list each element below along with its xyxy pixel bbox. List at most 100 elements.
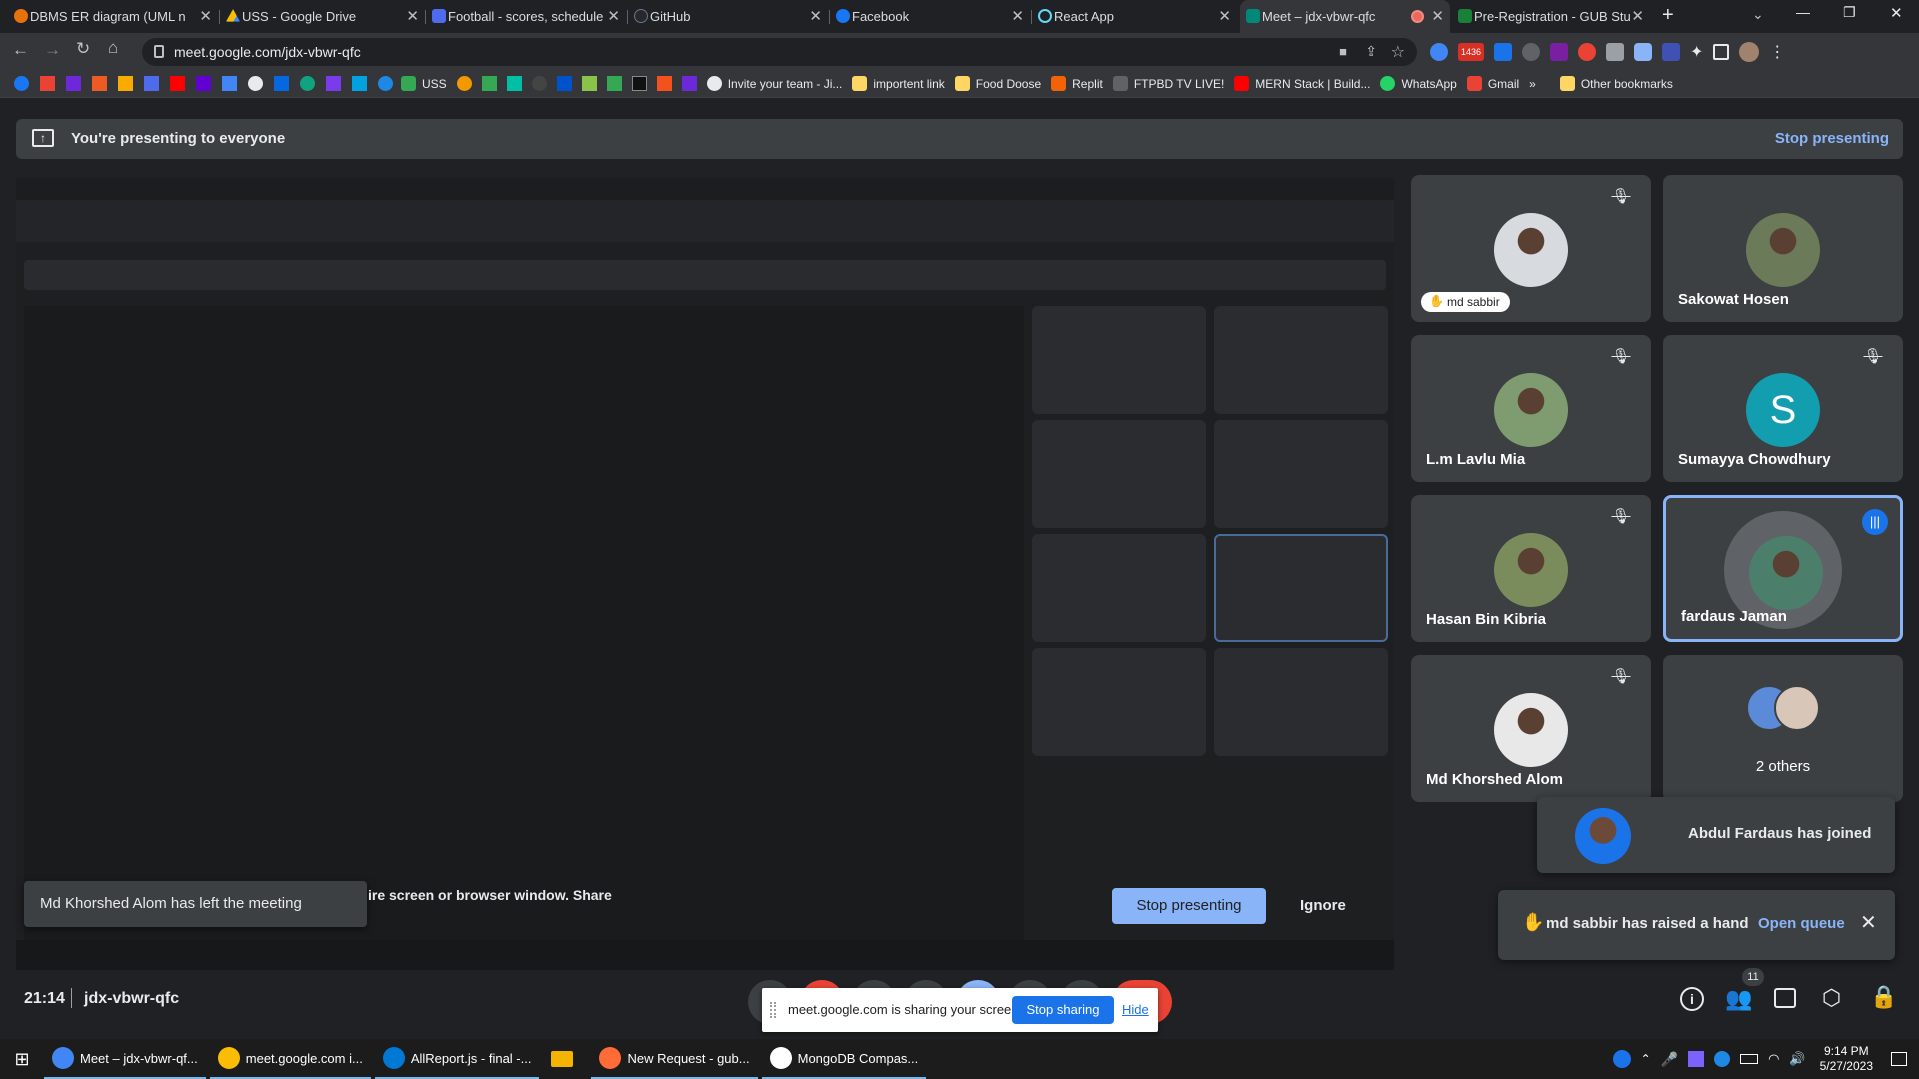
- tab-github[interactable]: GitHub ✕: [628, 0, 828, 33]
- open-queue-link[interactable]: Open queue: [1758, 915, 1845, 932]
- extension-icon[interactable]: [1578, 43, 1596, 61]
- bookmark-icon[interactable]: [118, 76, 133, 91]
- bookmark-icon[interactable]: [506, 76, 522, 91]
- tab-search-icon[interactable]: ⌄: [1752, 6, 1764, 23]
- notifications-icon[interactable]: [1891, 1052, 1907, 1066]
- yahoo-bookmark-icon[interactable]: [196, 76, 211, 91]
- tab-football[interactable]: Football - scores, schedule ✕: [426, 0, 626, 33]
- banner-stop-presenting[interactable]: Stop presenting: [1775, 130, 1889, 147]
- participant-tile[interactable]: Hasan Bin Kibria 🎙: [1411, 495, 1651, 642]
- tab-pre-registration[interactable]: Pre-Registration - GUB Stu ✕: [1452, 0, 1650, 33]
- bookmark-icon[interactable]: [326, 76, 341, 91]
- youtube-bookmark-icon[interactable]: [170, 76, 185, 91]
- bookmark-food-doose[interactable]: Food Doose: [954, 76, 1041, 91]
- bookmark-icon[interactable]: [481, 76, 497, 91]
- ignore-button[interactable]: Ignore: [1300, 897, 1346, 914]
- tab-facebook[interactable]: Facebook ✕: [830, 0, 1030, 33]
- bookmark-other[interactable]: Other bookmarks: [1559, 76, 1673, 91]
- activities-icon[interactable]: ⬡: [1822, 985, 1841, 1011]
- participant-tile[interactable]: Sakowat Hosen: [1663, 175, 1903, 322]
- bookmark-icon[interactable]: [92, 76, 107, 91]
- google-bookmark-icon[interactable]: [248, 76, 263, 91]
- hide-link[interactable]: Hide: [1122, 1002, 1149, 1017]
- home-icon[interactable]: ⌂: [108, 38, 118, 58]
- restore-icon[interactable]: ❐: [1843, 4, 1856, 21]
- bookmark-icon[interactable]: [581, 76, 597, 91]
- bookmark-importent-link[interactable]: importent link: [852, 76, 945, 91]
- bookmark-ftpbd[interactable]: FTPBD TV LIVE!: [1112, 76, 1224, 91]
- reload-icon[interactable]: ↻: [76, 39, 90, 59]
- bookmark-icon[interactable]: [456, 76, 472, 91]
- battery-icon[interactable]: [1740, 1054, 1759, 1064]
- extension-icon[interactable]: [1550, 43, 1568, 61]
- drag-handle-icon[interactable]: [770, 1002, 776, 1018]
- taskbar-item[interactable]: [543, 1039, 587, 1079]
- windows-start-icon[interactable]: ⊞: [0, 1039, 44, 1079]
- bookmark-star-icon[interactable]: ☆: [1391, 42, 1405, 62]
- share-icon[interactable]: ⇪: [1365, 43, 1377, 60]
- chatgpt-bookmark-icon[interactable]: [300, 76, 315, 91]
- gmail-bookmark-icon[interactable]: [40, 76, 55, 91]
- bookmark-icon[interactable]: [144, 76, 159, 91]
- forward-icon[interactable]: →: [44, 40, 61, 60]
- tab-drive[interactable]: USS - Google Drive ✕: [220, 0, 425, 33]
- participant-tile[interactable]: 2 others: [1663, 655, 1903, 802]
- menu-kebab-icon[interactable]: ⋮: [1769, 42, 1785, 62]
- close-icon[interactable]: ✕: [1860, 910, 1877, 935]
- close-icon[interactable]: ✕: [1431, 7, 1444, 25]
- taskbar-item[interactable]: AllReport.js - final -...: [374, 1039, 540, 1079]
- tab-react-app[interactable]: React App ✕: [1032, 0, 1237, 33]
- close-icon[interactable]: ✕: [1631, 7, 1644, 25]
- mic-tray-icon[interactable]: 🎤: [1661, 1051, 1678, 1068]
- volume-icon[interactable]: 🔊: [1789, 1051, 1805, 1067]
- facebook-bookmark-icon[interactable]: [14, 76, 29, 91]
- extension-icon[interactable]: [1494, 43, 1512, 61]
- people-icon[interactable]: 👥: [1725, 986, 1752, 1012]
- participant-tile[interactable]: L.m Lavlu Mia 🎙: [1411, 335, 1651, 482]
- window-close-icon[interactable]: ✕: [1890, 4, 1903, 22]
- extension-icon[interactable]: [1522, 43, 1540, 61]
- close-icon[interactable]: ✕: [406, 7, 419, 25]
- side-panel-icon[interactable]: [1713, 44, 1730, 60]
- bookmark-icon[interactable]: [66, 76, 81, 91]
- extension-icon[interactable]: [1606, 43, 1624, 61]
- bookmark-invite[interactable]: Invite your team - Ji...: [706, 76, 842, 91]
- close-icon[interactable]: ✕: [1218, 7, 1231, 25]
- close-icon[interactable]: ✕: [199, 7, 212, 25]
- taskbar-item[interactable]: meet.google.com i...: [209, 1039, 371, 1079]
- bookmark-icon[interactable]: [681, 76, 697, 91]
- extension-icon[interactable]: [1430, 43, 1448, 61]
- close-icon[interactable]: ✕: [607, 7, 620, 25]
- meta-bookmark-icon[interactable]: [274, 76, 289, 91]
- bookmark-gmail[interactable]: Gmail: [1466, 76, 1519, 91]
- close-icon[interactable]: ✕: [1011, 7, 1024, 25]
- puzzle-icon[interactable]: ✦: [1690, 42, 1703, 62]
- shield-icon[interactable]: [1634, 43, 1652, 61]
- close-icon[interactable]: ✕: [809, 7, 822, 25]
- bookmark-icon[interactable]: [222, 76, 237, 91]
- translate-icon[interactable]: [1662, 43, 1680, 61]
- participant-tile[interactable]: Md Khorshed Alom 🎙: [1411, 655, 1651, 802]
- bookmarks-overflow[interactable]: »: [1529, 77, 1536, 91]
- host-controls-icon[interactable]: 🔒: [1870, 984, 1897, 1010]
- tab-meet-active[interactable]: Meet – jdx-vbwr-qfc ✕: [1240, 0, 1450, 33]
- chat-icon[interactable]: [1774, 988, 1796, 1008]
- participant-tile[interactable]: S Sumayya Chowdhury 🎙: [1663, 335, 1903, 482]
- profile-avatar[interactable]: [1739, 42, 1760, 62]
- camera-icon[interactable]: ■: [1339, 44, 1347, 59]
- stop-presenting-button[interactable]: Stop presenting: [1112, 888, 1266, 924]
- chevron-up-icon[interactable]: ⌃: [1641, 1052, 1651, 1066]
- bookmark-uss[interactable]: USS: [401, 76, 447, 91]
- tray-app-icon[interactable]: [1714, 1051, 1731, 1067]
- bookmark-icon[interactable]: [631, 76, 647, 91]
- bookmark-mern[interactable]: MERN Stack | Build...: [1234, 76, 1370, 91]
- help-icon[interactable]: [1612, 1050, 1631, 1068]
- bookmark-replit[interactable]: Replit: [1051, 76, 1103, 91]
- participant-tile[interactable]: ||| fardaus Jaman: [1663, 495, 1903, 642]
- bookmark-whatsapp[interactable]: WhatsApp: [1380, 76, 1457, 91]
- minimize-icon[interactable]: —: [1796, 4, 1810, 20]
- stop-sharing-button[interactable]: Stop sharing: [1012, 996, 1114, 1024]
- taskbar-item[interactable]: MongoDB Compas...: [761, 1039, 927, 1079]
- wifi-icon[interactable]: ◠: [1768, 1051, 1779, 1067]
- bookmark-icon[interactable]: [378, 76, 393, 91]
